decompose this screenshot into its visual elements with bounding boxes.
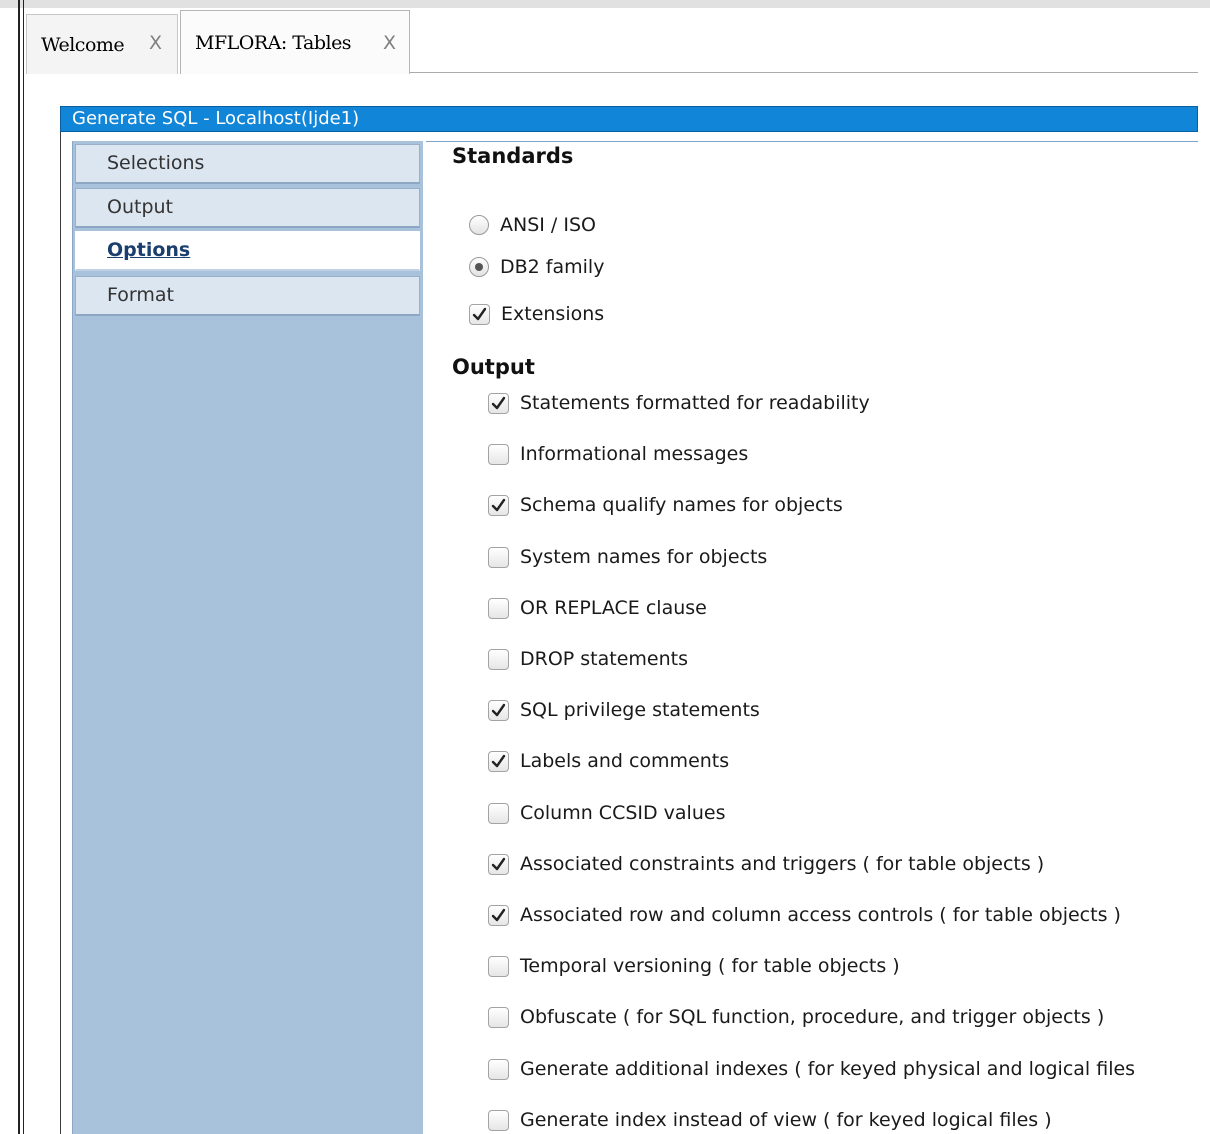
checkbox-label: Labels and comments (520, 750, 730, 772)
sidebar-item-format[interactable]: Format (75, 276, 420, 316)
checkbox[interactable] (488, 802, 509, 824)
sidebar-item-label: Format (107, 284, 174, 306)
tab-mflora-tables-label: MFLORA: Tables (195, 31, 352, 54)
window-edge-line (18, 0, 20, 1134)
checkbox-extensions[interactable]: Extensions (469, 303, 604, 325)
checkbox-label: Informational messages (520, 443, 749, 465)
close-icon[interactable]: X (149, 32, 162, 54)
tab-welcome-label: Welcome (41, 33, 125, 56)
checkbox-label: DROP statements (520, 648, 689, 670)
dialog-left-border (60, 132, 61, 1134)
checkbox[interactable] (488, 955, 509, 977)
checkbox[interactable] (488, 546, 509, 568)
checkbox[interactable] (488, 1109, 509, 1131)
output-option[interactable]: Schema qualify names for objects (488, 494, 843, 516)
checkbox-label: Generate index instead of view ( for key… (520, 1109, 1052, 1131)
close-icon[interactable]: X (383, 32, 396, 54)
sidebar-item-label: Output (107, 196, 173, 218)
output-option[interactable]: Temporal versioning ( for table objects … (488, 955, 900, 977)
checkbox[interactable] (469, 303, 490, 325)
output-option[interactable]: Statements formatted for readability (488, 392, 870, 414)
checkbox[interactable] (488, 648, 509, 670)
checkbox-label: Obfuscate ( for SQL function, procedure,… (520, 1006, 1105, 1028)
checkbox-label: Associated row and column access control… (520, 904, 1121, 926)
output-option[interactable]: Associated constraints and triggers ( fo… (488, 853, 1044, 875)
radio-button[interactable] (469, 257, 489, 277)
output-option[interactable]: Generate index instead of view ( for key… (488, 1109, 1052, 1131)
checkbox-label: Statements formatted for readability (520, 392, 870, 414)
output-option[interactable]: SQL privilege statements (488, 699, 760, 721)
checkbox-label: Associated constraints and triggers ( fo… (520, 853, 1045, 875)
options-sidebar: Selections Output Options Format (72, 141, 423, 1134)
checkbox[interactable] (488, 699, 509, 721)
checkbox-label: Schema qualify names for objects (520, 494, 843, 516)
checkbox[interactable] (488, 750, 509, 772)
radio-button[interactable] (469, 215, 489, 235)
checkbox-label: Temporal versioning ( for table objects … (520, 955, 900, 977)
sidebar-item-label: Options (107, 239, 191, 261)
radio-ansi-iso[interactable]: ANSI / ISO (469, 214, 596, 236)
checkbox-label: Column CCSID values (520, 802, 726, 824)
checkbox-label: Generate additional indexes ( for keyed … (520, 1058, 1136, 1080)
output-option[interactable]: DROP statements (488, 648, 688, 670)
checkbox[interactable] (488, 1058, 509, 1080)
output-option[interactable]: OR REPLACE clause (488, 597, 707, 619)
output-option[interactable]: Obfuscate ( for SQL function, procedure,… (488, 1006, 1104, 1028)
radio-label: ANSI / ISO (500, 214, 596, 236)
sidebar-item-options[interactable]: Options (75, 231, 420, 271)
output-option[interactable]: Column CCSID values (488, 802, 725, 824)
checkbox[interactable] (488, 443, 509, 465)
window-edge-line-inner (23, 0, 24, 1134)
checkbox[interactable] (488, 392, 509, 414)
tab-bar-divider (410, 72, 1198, 73)
tab-welcome[interactable]: Welcome X (26, 14, 178, 74)
sidebar-item-selections[interactable]: Selections (75, 144, 420, 184)
content-top-border (426, 141, 1198, 142)
output-option[interactable]: Generate additional indexes ( for keyed … (488, 1058, 1135, 1080)
tab-mflora-tables[interactable]: MFLORA: Tables X (180, 10, 410, 74)
output-option[interactable]: Associated row and column access control… (488, 904, 1121, 926)
output-option[interactable]: Labels and comments (488, 750, 729, 772)
checkbox-label: SQL privilege statements (520, 699, 760, 721)
checkbox[interactable] (488, 597, 509, 619)
checkbox[interactable] (488, 494, 509, 516)
radio-label: DB2 family (500, 256, 605, 278)
output-heading: Output (452, 355, 535, 379)
sidebar-item-output[interactable]: Output (75, 188, 420, 228)
window-top-strip (0, 0, 1210, 8)
checkbox-label: System names for objects (520, 546, 768, 568)
sidebar-item-label: Selections (107, 152, 205, 174)
checkbox-label: Extensions (501, 303, 605, 325)
standards-heading: Standards (452, 144, 574, 168)
dialog-title-bar: Generate SQL - Localhost(Ijde1) (60, 106, 1198, 132)
checkbox[interactable] (488, 853, 509, 875)
checkbox-label: OR REPLACE clause (520, 597, 707, 619)
output-option[interactable]: System names for objects (488, 546, 767, 568)
output-option[interactable]: Informational messages (488, 443, 748, 465)
checkbox[interactable] (488, 904, 509, 926)
dialog-title: Generate SQL - Localhost(Ijde1) (72, 108, 360, 129)
radio-db2-family[interactable]: DB2 family (469, 256, 604, 278)
checkbox[interactable] (488, 1006, 509, 1028)
